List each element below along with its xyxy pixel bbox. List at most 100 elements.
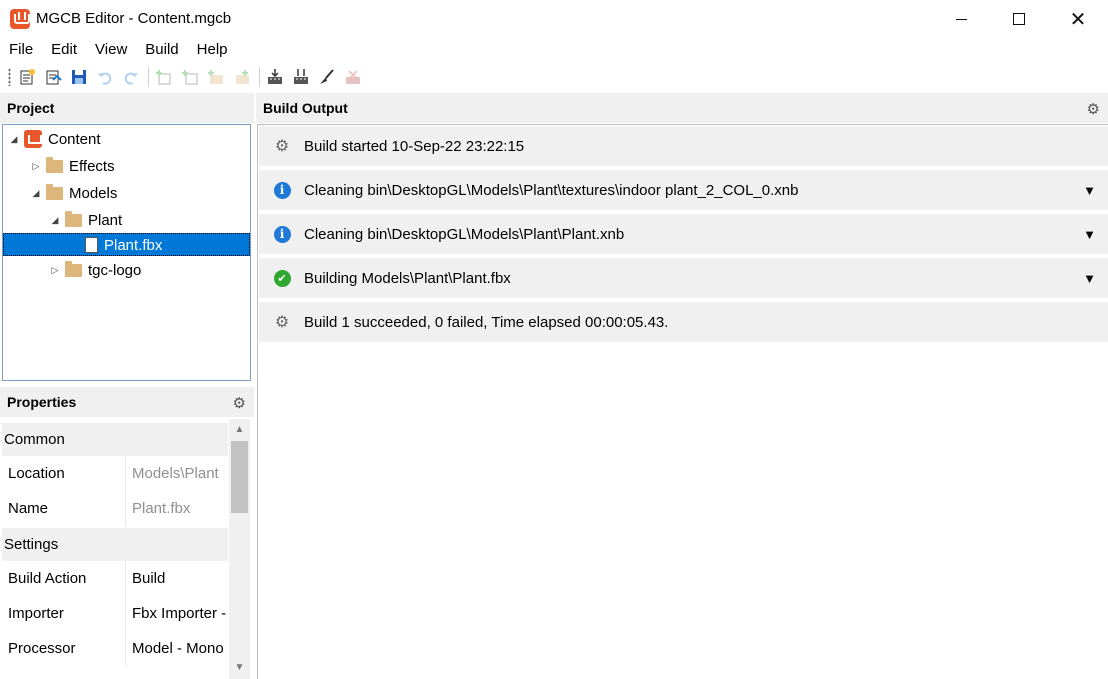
add-existing-folder-icon (236, 70, 249, 84)
open-project-button[interactable] (42, 66, 64, 88)
output-entry[interactable]: i Cleaning bin\DesktopGL\Models\Plant\te… (259, 170, 1108, 210)
menu-help[interactable]: Help (188, 38, 237, 62)
property-value[interactable]: Build (126, 561, 228, 596)
minimize-button[interactable] (932, 0, 990, 38)
output-entry[interactable]: ⚙ Build 1 succeeded, 0 failed, Time elap… (259, 302, 1108, 342)
expand-arrow-icon[interactable]: ▼ (1083, 183, 1096, 198)
collapsed-arrow-icon[interactable]: ▷ (49, 265, 61, 276)
tree-item-content[interactable]: ◢ Content (8, 128, 101, 150)
undo-icon (98, 72, 112, 85)
tree-item-label: Content (48, 130, 101, 148)
title-bar: MGCB Editor - Content.mgcb ✕ (0, 0, 1108, 38)
expand-arrow-icon[interactable]: ▼ (1083, 271, 1096, 286)
build-icon (268, 69, 282, 84)
expanded-arrow-icon[interactable]: ◢ (8, 134, 20, 145)
maximize-icon (1013, 13, 1025, 25)
output-entry-text: Build started 10-Sep-22 23:22:15 (304, 137, 525, 155)
output-entry-text: Build 1 succeeded, 0 failed, Time elapse… (304, 313, 669, 331)
property-row-processor[interactable]: Processor Model - Mono (2, 631, 228, 666)
tree-item-plant-fbx[interactable]: ⚙ Plant.fbx (85, 234, 162, 256)
properties-header-label: Properties (7, 394, 77, 410)
folder-icon (46, 183, 63, 200)
property-row-location[interactable]: Location Models\Plant (2, 456, 228, 491)
scrollbar-thumb[interactable] (231, 441, 248, 513)
property-value[interactable]: Fbx Importer - (126, 596, 228, 631)
property-name: Build Action (2, 561, 126, 596)
property-name: Importer (2, 596, 126, 631)
redo-button[interactable] (120, 66, 142, 88)
folder-icon (65, 260, 82, 277)
expanded-arrow-icon[interactable]: ◢ (30, 188, 42, 199)
maximize-button[interactable] (990, 0, 1048, 38)
category-settings[interactable]: Settings (2, 528, 228, 561)
output-entry[interactable]: i Cleaning bin\DesktopGL\Models\Plant\Pl… (259, 214, 1108, 254)
property-name: Name (2, 491, 126, 526)
output-entry[interactable]: ✔ Building Models\Plant\Plant.fbx ▼ (259, 258, 1108, 298)
menu-bar: File Edit View Build Help (0, 38, 237, 62)
info-icon: i (273, 181, 291, 199)
property-row-name[interactable]: Name Plant.fbx (2, 491, 228, 526)
rebuild-button[interactable] (290, 66, 312, 88)
clean-button[interactable] (316, 66, 338, 88)
project-header-label: Project (7, 100, 55, 116)
menu-view[interactable]: View (86, 38, 136, 62)
property-row-build-action[interactable]: Build Action Build (2, 561, 228, 596)
properties-grid: Common Location Models\Plant Name Plant.… (2, 419, 251, 679)
close-button[interactable]: ✕ (1049, 0, 1107, 38)
info-icon-wrap: i (273, 225, 291, 243)
tree-item-tgc-logo[interactable]: ▷ tgc-logo (49, 259, 141, 281)
expanded-arrow-icon[interactable]: ◢ (49, 215, 61, 226)
menu-edit[interactable]: Edit (42, 38, 86, 62)
property-value: Models\Plant (132, 465, 219, 482)
build-output-header: Build Output ⚙ (256, 93, 1108, 123)
monogame-logo-icon (10, 9, 30, 29)
properties-panel-header: Properties ⚙ (0, 387, 254, 417)
cancel-build-icon (346, 70, 360, 84)
add-existing-item-button[interactable] (179, 66, 201, 88)
build-output-list: ⚙ Build started 10-Sep-22 23:22:15 i Cle… (257, 124, 1108, 679)
tree-item-label: Plant.fbx (104, 236, 163, 254)
tree-item-effects[interactable]: ▷ Effects (30, 155, 115, 177)
folder-icon (46, 156, 63, 173)
gear-icon[interactable]: ⚙ (1087, 100, 1100, 118)
scroll-up-icon[interactable]: ▲ (229, 421, 250, 439)
properties-scrollbar[interactable]: ▲ ▼ (229, 419, 250, 679)
scroll-down-icon[interactable]: ▼ (229, 659, 250, 677)
menu-build[interactable]: Build (136, 38, 187, 62)
new-folder-button[interactable] (205, 66, 227, 88)
property-value: Plant.fbx (132, 500, 191, 517)
property-row-importer[interactable]: Importer Fbx Importer - (2, 596, 228, 631)
new-item-button[interactable] (153, 66, 175, 88)
property-name: Location (2, 456, 126, 491)
monogame-content-icon (24, 130, 42, 148)
new-project-button[interactable] (16, 66, 38, 88)
save-icon (72, 70, 86, 84)
save-button[interactable] (68, 66, 90, 88)
toolbar-grip[interactable] (8, 68, 11, 86)
fbx-file-icon: ⚙ (85, 237, 98, 253)
output-entry[interactable]: ⚙ Build started 10-Sep-22 23:22:15 (259, 126, 1108, 166)
tree-item-label: Plant (88, 211, 123, 229)
new-project-icon (20, 69, 35, 85)
menu-file[interactable]: File (0, 38, 42, 62)
open-project-icon (46, 70, 62, 85)
tree-item-plant[interactable]: ◢ Plant (49, 209, 122, 231)
property-value[interactable]: Model - Mono (126, 631, 228, 666)
build-button[interactable] (264, 66, 286, 88)
expand-arrow-icon[interactable]: ▼ (1083, 227, 1096, 242)
undo-button[interactable] (94, 66, 116, 88)
info-icon-wrap: i (273, 181, 291, 199)
build-output-header-label: Build Output (263, 100, 348, 116)
project-panel-header: Project (0, 93, 254, 123)
gear-icon[interactable]: ⚙ (233, 394, 246, 412)
collapsed-arrow-icon[interactable]: ▷ (30, 161, 42, 172)
tree-item-models[interactable]: ◢ Models (30, 182, 117, 204)
add-existing-folder-button[interactable] (231, 66, 253, 88)
category-common[interactable]: Common (2, 423, 228, 456)
add-existing-item-icon (182, 70, 198, 85)
output-entry-text: Building Models\Plant\Plant.fbx (304, 269, 511, 287)
info-icon: i (273, 225, 291, 243)
redo-icon (124, 72, 138, 85)
project-tree: ◢ Content ▷ Effects ◢ Models ◢ Plant ⚙ P… (2, 124, 251, 381)
cancel-build-button[interactable] (342, 66, 364, 88)
